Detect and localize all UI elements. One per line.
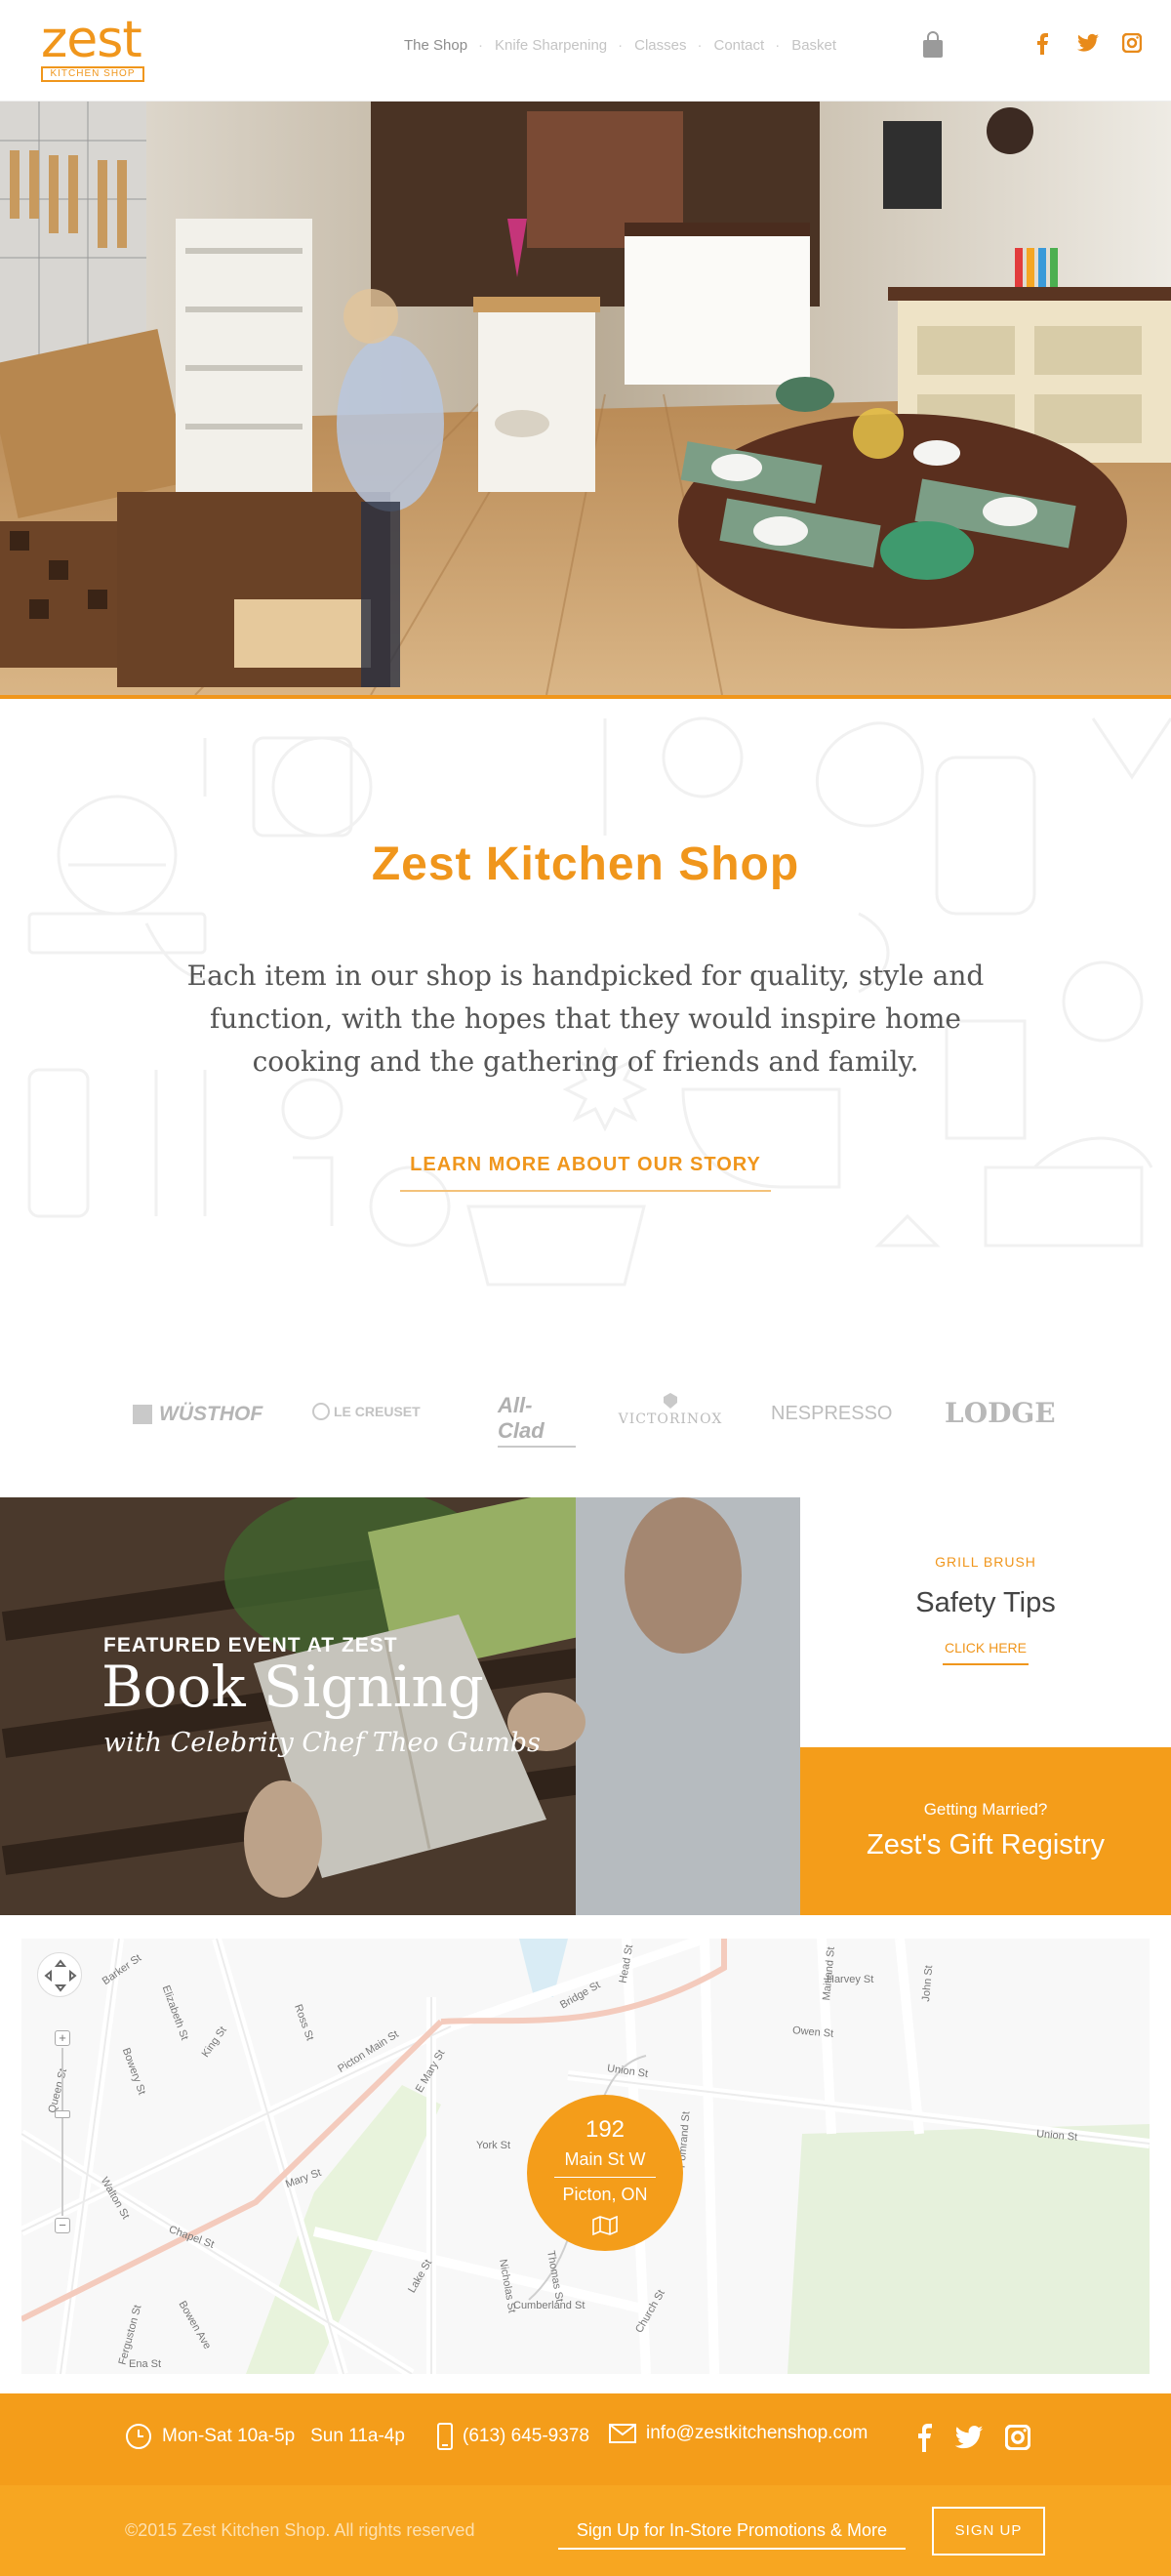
store-hours-text: Mon-Sat 10a-5p Sun 11a-4p: [162, 2426, 405, 2446]
brand-lodge-label: LODGE: [945, 1397, 1056, 1429]
header-social-links: [1032, 32, 1143, 55]
shop-title: Zest Kitchen Shop: [371, 838, 800, 890]
map-section: Barker St Queen St Elizabeth St Bowery S…: [0, 1915, 1171, 2393]
clock-icon: [126, 2424, 151, 2449]
logo-word: zest: [41, 11, 142, 69]
brand-all-clad-logo[interactable]: All-Clad: [498, 1393, 576, 1448]
event-title: Book Signing: [101, 1654, 484, 1720]
mail-icon: [609, 2424, 636, 2443]
safety-tips-panel: GRILL BRUSH Safety Tips CLICK HERE: [800, 1497, 1171, 1747]
zoom-in-button[interactable]: +: [55, 2030, 70, 2046]
main-nav: The Shop Knife Sharpening Classes Contac…: [390, 37, 850, 54]
nav-classes[interactable]: Classes: [618, 37, 700, 54]
tips-kicker: GRILL BRUSH: [935, 1554, 1036, 1570]
nav-contact[interactable]: Contact: [698, 37, 779, 54]
street-label: Cumberland St: [513, 2300, 586, 2311]
location-map[interactable]: Barker St Queen St Elizabeth St Bowery S…: [21, 1939, 1150, 2374]
event-subtitle: with Celebrity Chef Theo Gumbs: [103, 1728, 541, 1758]
sign-up-button[interactable]: SIGN UP: [932, 2507, 1045, 2556]
zoom-slider[interactable]: [61, 2048, 63, 2216]
instagram-icon[interactable]: [1005, 2425, 1030, 2450]
brand-wusthof-label: WÜSTHOF: [159, 1403, 263, 1425]
nav-basket[interactable]: Basket: [775, 37, 850, 54]
nav-knife-sharpening[interactable]: Knife Sharpening: [478, 37, 621, 54]
site-header: zest KITCHEN SHOP The Shop Knife Sharpen…: [0, 0, 1171, 102]
brand-nespresso-label: NESPRESSO: [771, 1403, 893, 1424]
pin-street-name: Main St W: [564, 2149, 646, 2169]
registry-kicker: Getting Married?: [923, 1800, 1048, 1819]
shop-description: Each item in our shop is handpicked for …: [186, 960, 985, 1078]
tips-title: Safety Tips: [915, 1587, 1056, 1618]
shopping-bag-icon[interactable]: [921, 31, 945, 59]
zest-logo[interactable]: zest KITCHEN SHOP: [41, 11, 146, 82]
phone-icon: [437, 2423, 453, 2450]
logo-subtitle: KITCHEN SHOP: [41, 66, 144, 82]
twitter-icon[interactable]: [954, 2425, 984, 2450]
nav-the-shop[interactable]: The Shop: [390, 37, 481, 54]
phone-number[interactable]: (613) 645-9378: [437, 2423, 589, 2450]
gift-registry-panel[interactable]: Getting Married? Zest's Gift Registry: [800, 1747, 1171, 1915]
brand-all-clad-label: All-Clad: [498, 1393, 576, 1448]
store-hours: Mon-Sat 10a-5p Sun 11a-4p: [125, 2423, 405, 2450]
zoom-slider-handle[interactable]: [55, 2110, 70, 2118]
pin-city: Picton, ON: [562, 2185, 648, 2204]
registry-title: Zest's Gift Registry: [866, 1829, 1106, 1860]
map-pan-control[interactable]: [37, 1952, 82, 1997]
shop-location-pin[interactable]: 192 Main St W Picton, ON: [527, 2095, 683, 2251]
brand-le-creuset-logo[interactable]: LE CREUSET: [312, 1403, 459, 1442]
brand-logos: WÜSTHOF LE CREUSET All-Clad VICTORINOX N…: [0, 1329, 1171, 1497]
brand-wusthof-logo[interactable]: WÜSTHOF: [132, 1403, 268, 1442]
street-label: Ena St: [129, 2358, 162, 2370]
brand-nespresso-logo[interactable]: NESPRESSO: [771, 1403, 898, 1442]
instagram-icon[interactable]: [1121, 32, 1143, 55]
map-icon: [592, 2216, 618, 2235]
street-label: York St: [476, 2140, 511, 2151]
brand-le-creuset-label: LE CREUSET: [334, 1404, 421, 1419]
brand-victorinox-logo[interactable]: VICTORINOX: [617, 1393, 724, 1432]
footer-contact-bar: Mon-Sat 10a-5p Sun 11a-4p (613) 645-9378…: [0, 2393, 1171, 2485]
hero-shop-image: [0, 102, 1171, 699]
pin-divider: [554, 2177, 656, 2178]
copyright-text: ©2015 Zest Kitchen Shop. All rights rese…: [125, 2520, 475, 2540]
promotions-signup-field[interactable]: Sign Up for In-Store Promotions & More: [558, 2516, 906, 2550]
learn-more-story-link[interactable]: LEARN MORE ABOUT OUR STORY: [400, 1154, 771, 1192]
brand-victorinox-label: VICTORINOX: [618, 1411, 723, 1427]
facebook-icon[interactable]: [915, 2423, 933, 2452]
tips-click-here-link[interactable]: CLICK HERE: [943, 1640, 1029, 1665]
zoom-out-button[interactable]: −: [55, 2218, 70, 2233]
footer-social-links: [915, 2423, 1030, 2452]
twitter-icon[interactable]: [1077, 33, 1099, 55]
brand-lodge-logo[interactable]: LODGE: [945, 1397, 1056, 1436]
email-address-text: info@zestkitchenshop.com: [646, 2423, 868, 2443]
intro-section: Zest Kitchen Shop Each item in our shop …: [0, 699, 1171, 1329]
phone-number-text: (613) 645-9378: [463, 2426, 589, 2446]
pin-street-number: 192: [585, 2116, 626, 2143]
facebook-icon[interactable]: [1032, 33, 1052, 55]
footer-bottom-bar: ©2015 Zest Kitchen Shop. All rights rese…: [0, 2485, 1171, 2576]
email-address[interactable]: info@zestkitchenshop.com: [609, 2423, 868, 2444]
featured-event-banner[interactable]: FEATURED EVENT AT ZEST Book Signing with…: [0, 1497, 800, 1915]
